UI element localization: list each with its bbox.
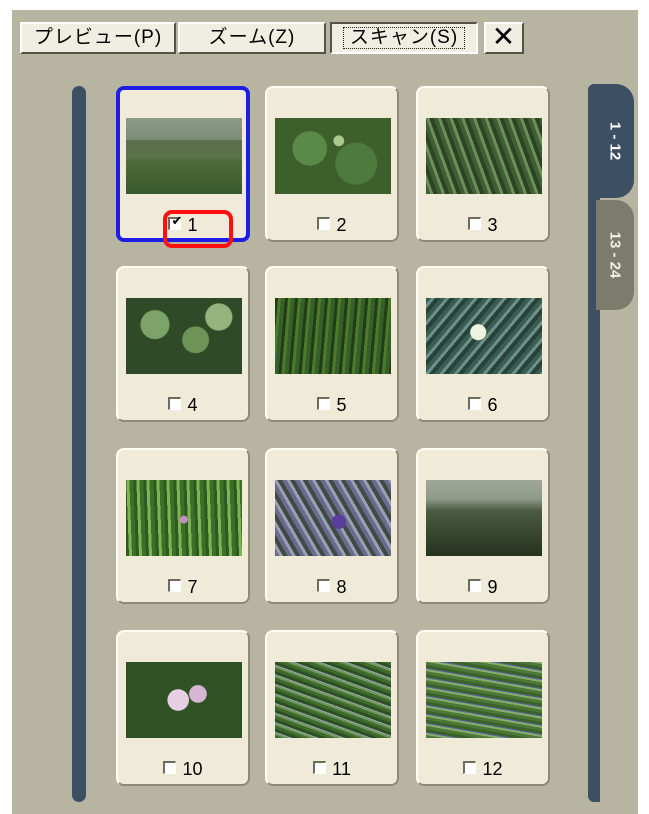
frame-select-row: 5	[267, 394, 397, 416]
frame-select-row: 2	[267, 214, 397, 236]
tab-frames-13-24[interactable]: 13 - 24	[596, 200, 634, 310]
frame-photo[interactable]	[275, 662, 391, 738]
frame-number: 4	[187, 394, 198, 415]
frame-thumbnail-10[interactable]: 10	[116, 630, 250, 786]
tab-frames-1-12-label: 1 - 12	[606, 121, 624, 161]
frame-photo[interactable]	[426, 298, 542, 374]
frame-thumbnail-1[interactable]: ✔ 1	[116, 86, 250, 248]
tab-frames-1-12[interactable]: 1 - 12	[596, 84, 634, 198]
toolbar: プレビュー(P) ズーム(Z) スキャン(S) ✕	[12, 10, 638, 72]
frame-number: 5	[336, 394, 347, 415]
frame-number: 3	[487, 214, 498, 235]
preview-button-label: プレビュー(P)	[33, 27, 163, 48]
frame-number: 2	[336, 214, 347, 235]
frame-select-row: 8	[267, 576, 397, 598]
frame-photo[interactable]	[275, 118, 391, 194]
frame-number: 9	[487, 576, 498, 597]
frame-number: 6	[487, 394, 498, 415]
scan-button[interactable]: スキャン(S)	[330, 22, 478, 54]
frame-photo[interactable]	[275, 480, 391, 556]
frame-select-row: 9	[418, 576, 548, 598]
frame-thumbnail-8[interactable]: 8	[265, 448, 399, 604]
frame-select-checkbox[interactable]	[468, 216, 482, 230]
left-rail	[72, 86, 86, 802]
frame-select-checkbox[interactable]	[313, 760, 327, 774]
frame-select-checkbox[interactable]	[463, 760, 477, 774]
frame-thumbnail-4[interactable]: 4	[116, 266, 250, 422]
frame-select-row: 4	[118, 394, 248, 416]
frame-select-checkbox[interactable]	[317, 578, 331, 592]
frame-photo[interactable]	[126, 662, 242, 738]
frame-number: 10	[182, 758, 203, 779]
frame-select-row: 3	[418, 214, 548, 236]
frame-select-row: 10	[118, 758, 248, 780]
frame-photo[interactable]	[426, 480, 542, 556]
frame-number: 12	[482, 758, 503, 779]
frame-select-checkbox[interactable]	[317, 216, 331, 230]
frame-thumbnail-3[interactable]: 3	[416, 86, 550, 242]
frame-photo[interactable]	[126, 480, 242, 556]
frame-thumbnail-2[interactable]: 2	[265, 86, 399, 242]
preview-button[interactable]: プレビュー(P)	[20, 22, 176, 54]
close-icon: ✕	[491, 21, 517, 52]
frame-thumbnail-6[interactable]: 6	[416, 266, 550, 422]
frame-select-row: 6	[418, 394, 548, 416]
frame-select-row: 12	[418, 758, 548, 780]
frame-thumbnail-7[interactable]: 7	[116, 448, 250, 604]
frame-select-checkbox[interactable]	[163, 760, 177, 774]
frame-photo[interactable]	[426, 662, 542, 738]
close-button[interactable]: ✕	[484, 22, 524, 54]
tab-frames-13-24-label: 13 - 24	[606, 231, 624, 279]
frame-number: 8	[336, 576, 347, 597]
frame-photo[interactable]	[126, 298, 242, 374]
frame-select-row: 11	[267, 758, 397, 780]
frame-thumbnail-9[interactable]: 9	[416, 448, 550, 604]
frame-select-checkbox[interactable]	[168, 578, 182, 592]
zoom-button-label: ズーム(Z)	[208, 27, 296, 48]
frame-thumbnail-11[interactable]: 11	[265, 630, 399, 786]
frame-select-checkbox[interactable]	[168, 396, 182, 410]
frame-photo[interactable]	[126, 118, 242, 194]
frame-select-row: 7	[118, 576, 248, 598]
frame-thumbnail-5[interactable]: 5	[265, 266, 399, 422]
scan-button-label: スキャン(S)	[342, 27, 466, 49]
frame-number: 7	[187, 576, 198, 597]
frame-select-checkbox[interactable]	[468, 578, 482, 592]
frame-photo[interactable]	[275, 298, 391, 374]
frame-thumbnail-12[interactable]: 12	[416, 630, 550, 786]
checkbox-highlight-ring	[163, 210, 233, 248]
frame-select-checkbox[interactable]	[468, 396, 482, 410]
frame-number: 11	[332, 758, 351, 779]
frame-select-checkbox[interactable]	[317, 396, 331, 410]
film-scan-window: プレビュー(P) ズーム(Z) スキャン(S) ✕ 1 - 12 13 - 24…	[12, 10, 638, 814]
frame-photo[interactable]	[426, 118, 542, 194]
zoom-button[interactable]: ズーム(Z)	[178, 22, 326, 54]
